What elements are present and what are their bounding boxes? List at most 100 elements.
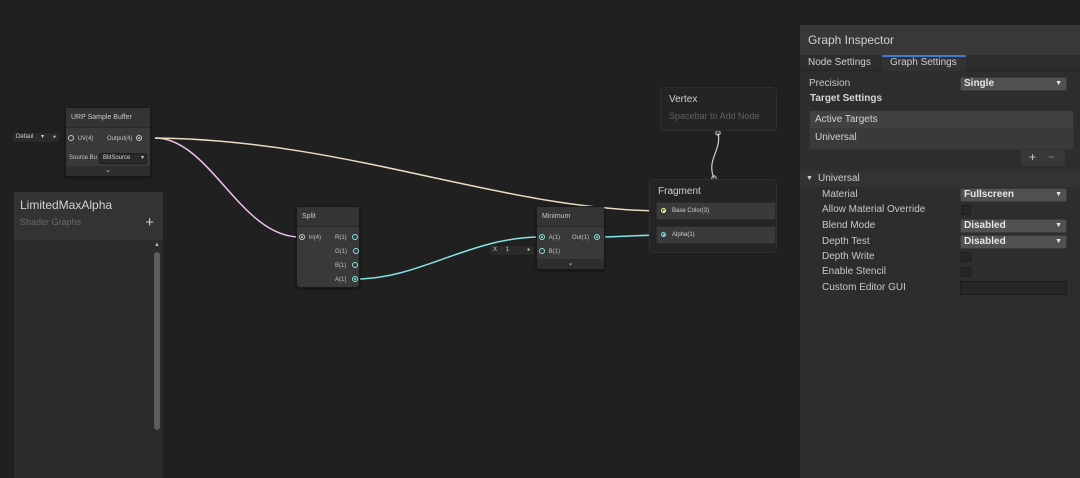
port-dot-icon[interactable] [661, 232, 666, 237]
add-property-button[interactable]: + [145, 214, 154, 231]
node-title: URP Sample Buffer [66, 108, 150, 128]
chevron-down-icon: ▼ [1055, 238, 1062, 245]
output-port[interactable]: Output(4) [107, 134, 143, 144]
blackboard-panel[interactable]: LimitedMaxAlpha Shader Graphs + ▲ [14, 192, 163, 478]
depth-write-checkbox[interactable] [961, 252, 971, 262]
wire-vertex-to-fragment [711, 132, 720, 179]
depth-test-dropdown[interactable]: Disabled ▼ [960, 235, 1067, 249]
universal-foldout[interactable]: ▼ Universal [800, 171, 1080, 187]
port-dot-icon[interactable] [539, 248, 545, 255]
scroll-up-icon[interactable]: ▲ [153, 242, 161, 248]
uv-default-dropdown[interactable]: Defaul ▾ ● [12, 132, 60, 143]
fragment-context[interactable]: Fragment Base Color(3) Alpha(1) [649, 179, 777, 253]
tab-node-settings[interactable]: Node Settings [800, 55, 879, 71]
port-label: B(1) [335, 263, 347, 269]
split-node[interactable]: Split In(4) R(1) G(1) B(1) A(1) [296, 206, 360, 288]
vertex-context[interactable]: Vertex Spacebar to Add Node [660, 87, 777, 131]
port-dot-icon[interactable] [661, 208, 666, 213]
precision-label: Precision [809, 78, 851, 89]
dropdown-value: Disabled [964, 236, 1006, 247]
split-input-port[interactable]: In(4) [299, 233, 321, 243]
port-dot-icon[interactable] [352, 234, 359, 241]
foldout-arrow-icon[interactable]: ▼ [806, 171, 813, 187]
graph-inspector-panel[interactable]: Graph Inspector Node Settings Graph Sett… [799, 25, 1080, 478]
base-color-block[interactable]: Base Color(3) [656, 202, 776, 220]
split-output-g[interactable]: G(1) [335, 247, 359, 257]
port-dot-icon[interactable] [68, 135, 74, 142]
allow-material-override-checkbox[interactable] [961, 205, 971, 215]
fragment-title: Fragment [658, 186, 701, 197]
minimum-b-value-field[interactable]: X 1 ● [489, 245, 535, 256]
vertex-title: Vertex [669, 94, 698, 105]
port-dot-icon[interactable] [136, 135, 143, 142]
split-output-b[interactable]: B(1) [335, 261, 359, 271]
expand-chevron-icon[interactable]: ⌄ [66, 166, 150, 176]
port-label: G(1) [335, 249, 347, 255]
port-label: Output(4) [107, 136, 133, 142]
port-label: R(1) [335, 235, 347, 241]
block-label: Alpha(1) [672, 232, 695, 238]
source-buffer-dropdown[interactable]: BlitSource ▾ [99, 153, 147, 164]
value-text[interactable]: 1 [506, 247, 509, 253]
port-label: Out(1) [572, 235, 590, 241]
list-item[interactable]: Universal [810, 128, 1073, 148]
port-dot-icon[interactable] [352, 262, 359, 269]
port-dot-icon[interactable] [539, 234, 545, 241]
port-dot-icon[interactable] [299, 234, 305, 241]
urp-sample-buffer-node[interactable]: URP Sample Buffer UV(4) Output(4) Source… [65, 107, 151, 177]
dropdown-value: Defaul [16, 134, 34, 140]
port-label: A(1) [548, 235, 561, 241]
chevron-down-icon: ▼ [1055, 80, 1062, 87]
inspector-title: Graph Inspector [800, 25, 1080, 55]
dropdown-value: Fullscreen [964, 189, 1015, 200]
port-dot-icon[interactable] [593, 234, 600, 241]
port-dot-icon[interactable] [352, 276, 359, 283]
enable-stencil-checkbox[interactable] [961, 267, 971, 277]
blend-mode-dropdown[interactable]: Disabled ▼ [960, 219, 1067, 233]
scrollbar-thumb[interactable] [154, 252, 160, 430]
active-targets-buttons: + − [1021, 150, 1065, 166]
source-buffer-row: Source Bu [69, 153, 97, 163]
wire-output-to-split [154, 137, 301, 238]
wire-output-to-base-color [154, 137, 664, 212]
uv-input-port[interactable]: UV(4) [68, 134, 93, 144]
blackboard-subtitle: Shader Graphs [20, 217, 82, 227]
custom-editor-gui-row: Custom Editor GUI [800, 280, 1080, 296]
depth-write-row: Depth Write [800, 249, 1080, 265]
port-label: A(1) [335, 277, 347, 283]
expand-chevron-icon[interactable]: ⌄ [537, 259, 604, 269]
dropdown-value: BlitSource [103, 155, 131, 161]
material-dropdown[interactable]: Fullscreen ▼ [960, 188, 1067, 202]
precision-dropdown[interactable]: Single ▼ [960, 77, 1067, 91]
blackboard-scrollbar[interactable]: ▲ [153, 242, 161, 432]
precision-row: Precision Single ▼ [800, 76, 1080, 92]
material-row: Material Fullscreen ▼ [800, 187, 1080, 203]
minimum-input-b[interactable]: B(1) [539, 247, 560, 257]
depth-write-label: Depth Write [822, 251, 875, 262]
alpha-block[interactable]: Alpha(1) [656, 226, 776, 244]
minimum-output[interactable]: Out(1) [572, 233, 600, 243]
add-node-hint: Spacebar to Add Node [669, 111, 760, 121]
connector-dot-icon: ● [526, 247, 530, 253]
custom-editor-gui-field[interactable] [960, 281, 1067, 295]
connector-dot-icon: ● [52, 134, 56, 140]
port-dot-icon[interactable] [352, 248, 359, 255]
remove-target-button[interactable]: − [1048, 150, 1055, 164]
node-title: Split [297, 207, 359, 227]
tab-graph-settings[interactable]: Graph Settings [882, 55, 966, 71]
enable-stencil-label: Enable Stencil [822, 266, 886, 277]
minimum-input-a[interactable]: A(1) [539, 233, 560, 243]
chevron-down-icon: ▾ [140, 155, 144, 161]
split-output-a[interactable]: A(1) [335, 275, 359, 285]
blackboard-title: LimitedMaxAlpha [20, 198, 113, 212]
depth-test-row: Depth Test Disabled ▼ [800, 234, 1080, 250]
add-target-button[interactable]: + [1029, 150, 1036, 164]
inspector-tabs: Node Settings Graph Settings [800, 55, 1080, 71]
enable-stencil-row: Enable Stencil [800, 264, 1080, 280]
split-output-r[interactable]: R(1) [335, 233, 359, 243]
block-label: Base Color(3) [672, 208, 710, 214]
minimum-node[interactable]: Minimum A(1) B(1) Out(1) ⌄ [536, 206, 605, 270]
blend-mode-label: Blend Mode [822, 220, 876, 231]
node-title: Minimum [537, 207, 604, 227]
active-targets-list[interactable]: Active Targets Universal [809, 110, 1074, 150]
